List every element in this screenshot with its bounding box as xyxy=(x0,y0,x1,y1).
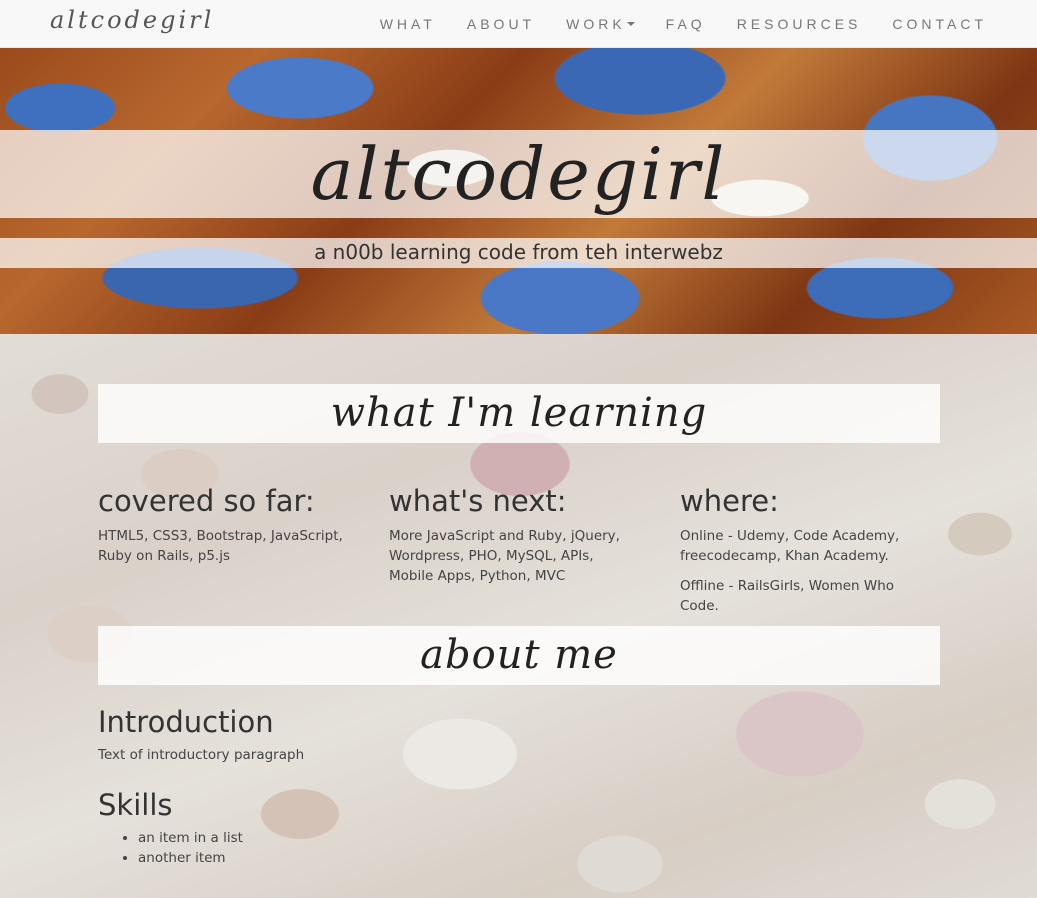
nav-item-resources[interactable]: RESOURCES xyxy=(737,16,862,32)
column-title: where: xyxy=(680,484,779,518)
intro-title: Introduction xyxy=(98,705,274,739)
skills-list: an item in a list another item xyxy=(98,828,598,868)
caret-down-icon xyxy=(626,22,635,26)
column-next: what's next: More JavaScript and Ruby, j… xyxy=(389,484,639,586)
nav-item-faq[interactable]: FAQ xyxy=(666,16,706,32)
brand-logo[interactable]: altcodegirl xyxy=(50,6,214,34)
nav-item-contact[interactable]: CONTACT xyxy=(892,16,987,32)
column-title: what's next: xyxy=(389,484,567,518)
nav-item-label: ABOUT xyxy=(466,16,536,32)
column-title: covered so far: xyxy=(98,484,315,518)
skills-title: Skills xyxy=(98,788,173,822)
nav-menu: WHAT ABOUT WORK FAQ RESOURCES CONTACT xyxy=(349,0,987,48)
nav-item-about[interactable]: ABOUT xyxy=(467,16,535,32)
nav-item-label: CONTACT xyxy=(892,16,987,32)
about-heading: about me xyxy=(420,632,618,678)
intro-text: Text of introductory paragraph xyxy=(98,747,305,763)
about-introduction: Introduction Text of introductory paragr… xyxy=(98,705,598,765)
hero-banner: altcodegirl a n00b learning code from te… xyxy=(0,48,1037,334)
list-item: an item in a list xyxy=(138,828,598,848)
learning-section-banner: what I'm learning xyxy=(98,384,940,443)
column-covered: covered so far: HTML5, CSS3, Bootstrap, … xyxy=(98,484,348,566)
column-text: HTML5, CSS3, Bootstrap, JavaScript, Ruby… xyxy=(98,528,343,564)
nav-item-label: RESOURCES xyxy=(736,16,862,32)
column-text: More JavaScript and Ruby, jQuery, Wordpr… xyxy=(389,528,620,584)
column-text: Online - Udemy, Code Academy, freecodeca… xyxy=(680,528,900,564)
hero-subtitle: a n00b learning code from teh interwebz xyxy=(314,240,723,264)
nav-item-label: FAQ xyxy=(665,16,706,32)
navbar: altcodegirl WHAT ABOUT WORK FAQ RESOURCE… xyxy=(0,0,1037,48)
nav-item-label: WORK xyxy=(566,16,626,32)
nav-item-what[interactable]: WHAT xyxy=(380,16,436,32)
about-section-banner: about me xyxy=(98,626,940,685)
hero-title: altcodegirl xyxy=(310,132,727,216)
nav-item-work-dropdown[interactable]: WORK xyxy=(566,16,635,32)
column-text: Offline - RailsGirls, Women Who Code. xyxy=(680,578,895,614)
list-item: another item xyxy=(138,848,598,868)
about-skills: Skills an item in a list another item xyxy=(98,788,598,868)
nav-item-label: WHAT xyxy=(379,16,436,32)
column-where: where: Online - Udemy, Code Academy, fre… xyxy=(680,484,930,616)
learning-heading: what I'm learning xyxy=(330,390,708,436)
